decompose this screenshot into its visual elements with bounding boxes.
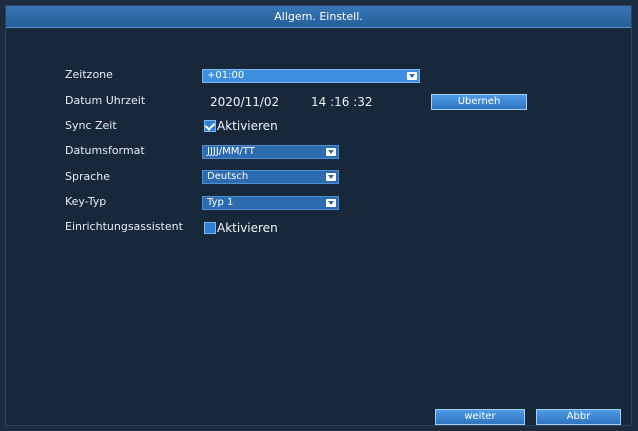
date-format-label: Datumsformat bbox=[65, 144, 145, 157]
chevron-down-icon bbox=[326, 199, 336, 207]
cancel-button[interactable]: Abbr bbox=[536, 409, 621, 425]
date-format-value: JJJJ/MM/TT bbox=[207, 146, 255, 157]
key-type-select[interactable]: Typ 1 bbox=[202, 196, 339, 210]
date-field[interactable]: 2020/11/02 bbox=[210, 95, 279, 109]
settings-window: Allgem. Einstell. Zeitzone +01:00 Datum … bbox=[0, 0, 638, 431]
language-label: Sprache bbox=[65, 170, 111, 183]
sync-time-checkbox[interactable] bbox=[204, 120, 216, 132]
timezone-label: Zeitzone bbox=[65, 68, 113, 81]
language-select[interactable]: Deutsch bbox=[202, 170, 339, 184]
key-type-value: Typ 1 bbox=[207, 197, 234, 208]
timezone-select[interactable]: +01:00 bbox=[202, 69, 420, 83]
window-title: Allgem. Einstell. bbox=[6, 6, 631, 28]
apply-time-button[interactable]: Uberneh bbox=[431, 94, 527, 110]
next-button[interactable]: weiter bbox=[435, 409, 525, 425]
settings-panel: Allgem. Einstell. Zeitzone +01:00 Datum … bbox=[5, 5, 632, 426]
date-format-select[interactable]: JJJJ/MM/TT bbox=[202, 145, 339, 159]
sync-time-label: Sync Zeit bbox=[65, 119, 117, 132]
sync-time-checkbox-label: Aktivieren bbox=[217, 119, 278, 133]
setup-wizard-checkbox-label: Aktivieren bbox=[217, 221, 278, 235]
checkmark-icon bbox=[204, 120, 216, 131]
datetime-label: Datum Uhrzeit bbox=[65, 94, 146, 107]
chevron-down-icon bbox=[326, 148, 336, 156]
setup-wizard-label: Einrichtungsassistent bbox=[65, 220, 183, 233]
time-field[interactable]: 14 :16 :32 bbox=[311, 95, 373, 109]
language-value: Deutsch bbox=[207, 171, 249, 182]
timezone-value: +01:00 bbox=[207, 70, 245, 81]
chevron-down-icon bbox=[326, 173, 336, 181]
setup-wizard-checkbox[interactable] bbox=[204, 222, 216, 234]
key-type-label: Key-Typ bbox=[65, 195, 107, 208]
chevron-down-icon bbox=[407, 72, 417, 80]
